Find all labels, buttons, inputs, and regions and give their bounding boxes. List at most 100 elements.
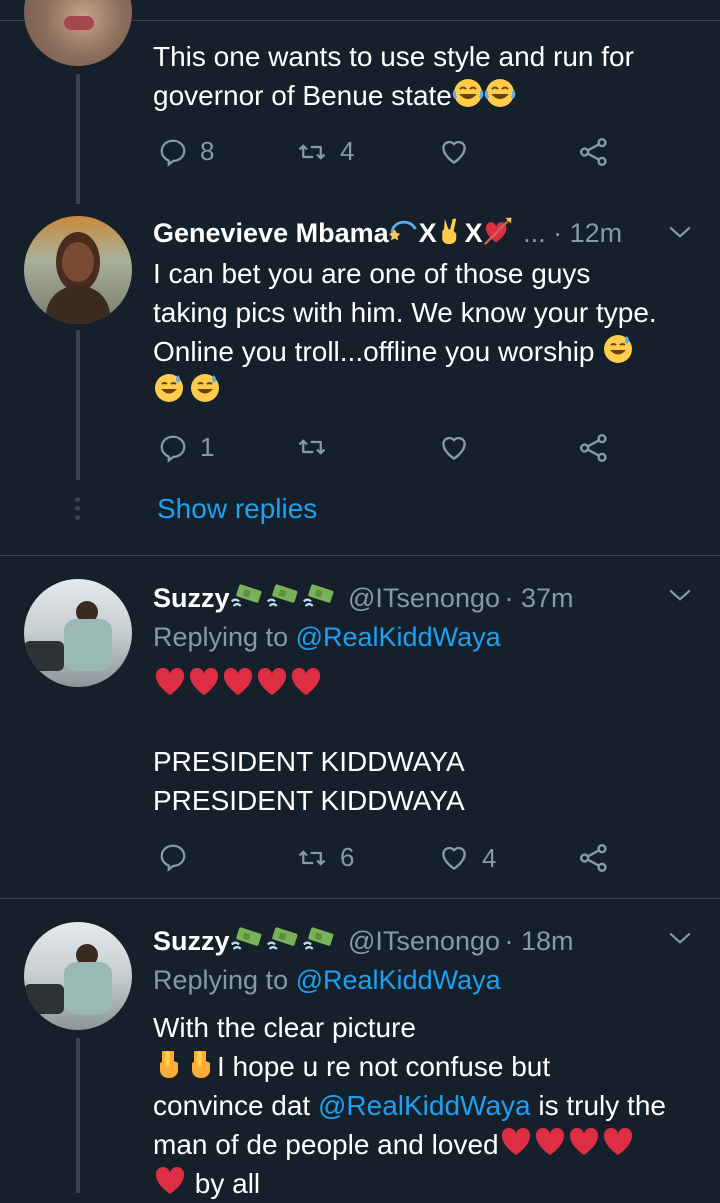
tweet3-hearts [153,666,323,703]
tweet2-retweet-button[interactable] [296,432,328,462]
tweet2-line4-row [153,371,713,410]
tweet3-time: · 37m [504,583,574,613]
money-wings-emoji-icon [230,581,266,611]
pointing-down-emoji-icon [153,1048,185,1080]
sweat-smile-emoji-icon [153,372,185,404]
dizzy-emoji-icon [389,216,419,246]
tweet4-handle[interactable]: @ITsenongo [348,926,500,956]
tweet3-handle[interactable]: @ITsenongo [348,583,500,613]
tweet1-line2-row: governor of Benue state [153,76,713,115]
tweet3-like-button[interactable]: 4 [438,842,496,874]
tweet2-line1: I can bet you are one of those guys [153,258,591,289]
avatar-suzzy[interactable] [24,579,132,687]
money-wings-emoji-icon [302,581,338,611]
pointing-down-emoji-icon [185,1048,217,1080]
tweet4-line5-row: by all [153,1164,713,1203]
tweet4-line3-row: convince dat @RealKiddWaya is truly the [153,1086,713,1125]
money-wings-emoji-icon [302,924,338,954]
red-heart-emoji-icon [601,1126,635,1158]
red-heart-emoji-icon [567,1126,601,1158]
money-wings-emoji-icon [230,924,266,954]
share-icon [578,842,610,874]
share-icon [578,432,610,464]
tweet2-name-x: X [418,218,437,248]
tweet4-line5: by all [194,1168,261,1199]
tweet4-line4: man of de people and loved [153,1129,499,1160]
red-heart-emoji-icon [187,666,221,698]
tweet4-chevron-down-icon[interactable] [667,926,693,952]
tweet4-line3-a: convince dat [153,1090,311,1121]
heart-icon [438,842,470,874]
tweet3-retweet-button[interactable]: 6 [296,842,354,873]
tweet2-reply-count: 1 [200,432,215,462]
tweet3-retweet-count: 6 [340,842,355,872]
tweet1-line1: This one wants to use style and run for [153,41,634,72]
tweet4-time: · 18m [504,926,574,956]
tweet3-reply-button[interactable] [158,842,188,872]
tweet3-replying-handle[interactable]: @RealKiddWaya [296,622,501,652]
tweet2-line3-row: Online you troll...offline you worship [153,332,713,371]
heart-icon [438,432,470,464]
tweet2-name-x2: X [464,218,483,248]
divider-3 [0,898,720,899]
tweet4-name[interactable]: Suzzy [153,926,230,956]
tweet4-text: With the clear picture I hope u re not c… [153,1008,713,1203]
tweet4-replying: Replying to @RealKiddWaya [153,965,501,996]
reply-icon [158,842,188,872]
heart-icon [438,136,470,168]
victory-hand-emoji-icon [437,216,465,246]
tweet4-line2-row: I hope u re not confuse but [153,1047,713,1086]
tweet3-line1: PRESIDENT KIDDWAYA [153,746,465,777]
tweet3-share-button[interactable] [578,842,610,874]
more-replies-dots-icon [74,497,82,520]
tweet2-time: ... · 12m [523,218,623,248]
tweet1-share-button[interactable] [578,136,610,168]
thread-line-1 [76,74,80,204]
tweet2-text: I can bet you are one of those guys taki… [153,254,713,410]
avatar-tweet1[interactable] [24,0,132,66]
sweat-smile-emoji-icon [189,372,221,404]
tweet2-chevron-down-icon[interactable] [667,220,693,246]
tweet4-line3-mention[interactable]: @RealKiddWaya [318,1090,531,1121]
laughing-emoji-icon [452,77,484,109]
tweet2-line3: Online you troll...offline you worship [153,336,595,367]
tweet4-replying-label: Replying to [153,965,289,995]
sweat-smile-emoji-icon [602,333,634,365]
retweet-icon [296,843,328,873]
tweet1-retweet-button[interactable]: 4 [296,136,354,167]
laughing-emoji-icon [484,77,516,109]
tweet3-name[interactable]: Suzzy [153,583,230,613]
red-heart-emoji-icon [499,1126,533,1158]
tweet2-header: Genevieve Mbama X X ... · 12m [153,216,622,249]
reply-icon [158,433,188,463]
tweet3-line2: PRESIDENT KIDDWAYA [153,785,465,816]
tweet4-line4-row: man of de people and loved [153,1125,713,1164]
money-wings-emoji-icon [266,581,302,611]
avatar-genevieve[interactable] [24,216,132,324]
tweet2-share-button[interactable] [578,432,610,464]
reply-icon [158,137,188,167]
tweet2-name[interactable]: Genevieve Mbama [153,218,389,248]
red-heart-emoji-icon [153,666,187,698]
tweet1-retweet-count: 4 [340,136,355,166]
tweet4-replying-handle[interactable]: @RealKiddWaya [296,965,501,995]
tweet4-header: Suzzy @ITsenongo · 18m [153,924,573,957]
red-heart-emoji-icon [533,1126,567,1158]
tweet1-reply-button[interactable]: 8 [158,136,214,167]
show-replies-link[interactable]: Show replies [157,493,317,525]
tweet3-text: PRESIDENT KIDDWAYA PRESIDENT KIDDWAYA [153,742,713,820]
money-wings-emoji-icon [266,924,302,954]
retweet-icon [296,432,328,462]
tweet1-like-button[interactable] [438,136,470,168]
tweet1-reply-count: 8 [200,136,215,166]
tweet3-chevron-down-icon[interactable] [667,583,693,609]
tweet2-line2: taking pics with him. We know your type. [153,297,657,328]
avatar-suzzy-2[interactable] [24,922,132,1030]
tweet4-line1: With the clear picture [153,1012,416,1043]
red-heart-emoji-icon [255,666,289,698]
tweet3-replying: Replying to @RealKiddWaya [153,622,501,653]
tweet4-line3-b: is truly the [538,1090,666,1121]
tweet2-reply-button[interactable]: 1 [158,432,214,463]
tweet2-like-button[interactable] [438,432,470,464]
retweet-icon [296,137,328,167]
